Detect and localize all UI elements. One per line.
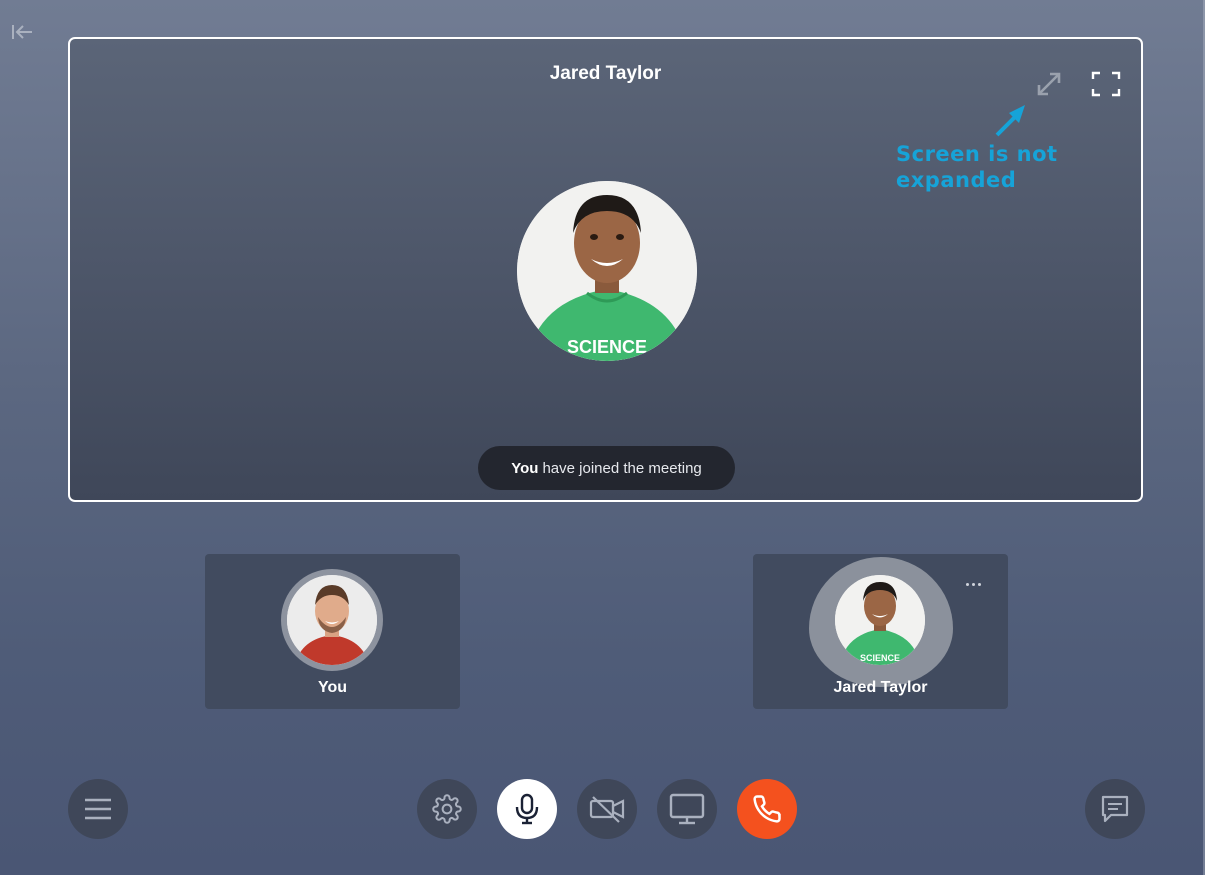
stage-participant-name: Jared Taylor bbox=[549, 63, 662, 84]
chat-icon bbox=[1101, 795, 1129, 823]
annotation-arrow-icon bbox=[991, 101, 1031, 146]
participant-tile-jared[interactable]: SCIENCE Jared Taylor bbox=[753, 554, 1008, 709]
avatar: SCIENCE bbox=[835, 575, 925, 665]
join-toast: You have joined the meeting bbox=[478, 446, 735, 490]
menu-icon bbox=[85, 798, 111, 820]
participant-name: Jared Taylor bbox=[833, 679, 928, 696]
phone-icon bbox=[753, 795, 781, 823]
microphone-icon bbox=[515, 793, 539, 825]
toast-text: have joined the meeting bbox=[542, 459, 702, 477]
toast-bold-text: You bbox=[511, 459, 539, 477]
camera-toggle-button[interactable] bbox=[577, 779, 637, 839]
screen-share-button[interactable] bbox=[657, 779, 717, 839]
hang-up-button[interactable] bbox=[737, 779, 797, 839]
video-off-icon bbox=[589, 796, 625, 823]
avatar bbox=[287, 575, 377, 665]
annotation-text: Screen is not expanded bbox=[896, 142, 1058, 192]
svg-text:SCIENCE: SCIENCE bbox=[567, 337, 647, 357]
more-options-icon[interactable] bbox=[962, 576, 984, 592]
svg-text:SCIENCE: SCIENCE bbox=[860, 653, 900, 663]
microphone-button[interactable] bbox=[497, 779, 557, 839]
collapse-sidebar-icon[interactable] bbox=[8, 18, 36, 46]
main-participant-avatar: SCIENCE bbox=[517, 181, 697, 361]
avatar-ring bbox=[281, 569, 383, 671]
settings-button[interactable] bbox=[417, 779, 477, 839]
main-video-stage: Jared Taylor Screen is not expanded SCIE… bbox=[68, 37, 1143, 502]
screen-share-icon bbox=[669, 793, 705, 825]
participant-name: You bbox=[317, 679, 348, 696]
expand-icon[interactable] bbox=[1033, 68, 1065, 100]
gear-icon bbox=[432, 794, 462, 824]
chat-button[interactable] bbox=[1085, 779, 1145, 839]
menu-button[interactable] bbox=[68, 779, 128, 839]
fullscreen-icon[interactable] bbox=[1090, 68, 1122, 100]
participant-tile-you[interactable]: You bbox=[205, 554, 460, 709]
